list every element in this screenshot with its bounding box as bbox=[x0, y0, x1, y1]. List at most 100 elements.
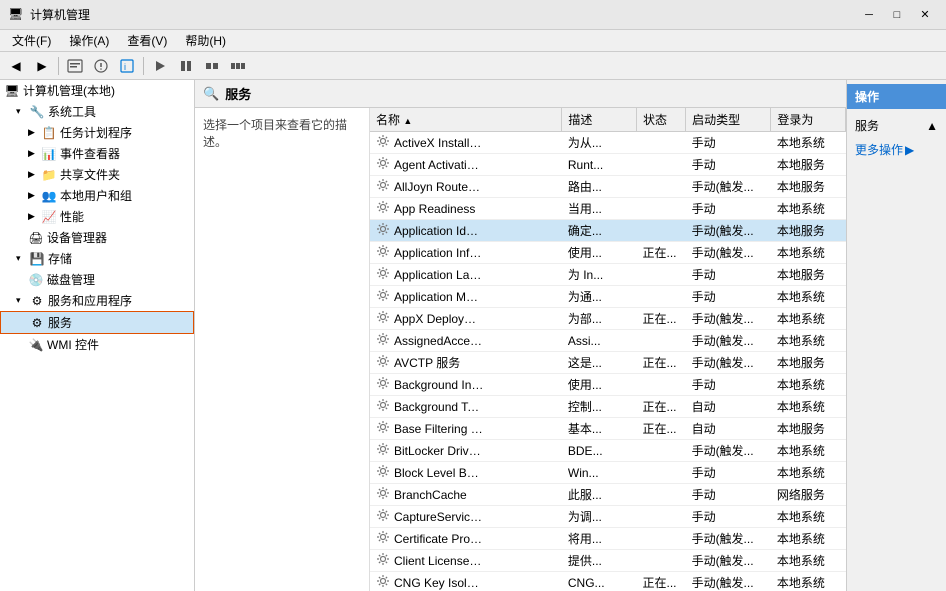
table-row[interactable]: Agent Activation Runtime...Runt...手动本地服务 bbox=[370, 154, 846, 176]
table-row[interactable]: AppX Deployment Servic...为部...正在...手动(触发… bbox=[370, 308, 846, 330]
table-row[interactable]: Block Level Backup Engi...Win...手动本地系统 bbox=[370, 462, 846, 484]
service-desc-cell: 确定... bbox=[562, 220, 637, 242]
toolbar-btn4[interactable] bbox=[148, 55, 172, 77]
menu-help[interactable]: 帮助(H) bbox=[177, 30, 234, 51]
tree-label5: 本地用户和组 bbox=[60, 187, 132, 204]
service-icon bbox=[376, 464, 390, 481]
toolbar-forward[interactable]: ▶ bbox=[30, 55, 54, 77]
toolbar-btn6[interactable] bbox=[200, 55, 224, 77]
tree-services[interactable]: ⚙ 服务 bbox=[0, 311, 194, 334]
storage-icon: 💾 bbox=[29, 251, 45, 267]
wmi-icon: 🔌 bbox=[28, 337, 44, 353]
table-row[interactable]: App Readiness当用...手动本地系统 bbox=[370, 198, 846, 220]
table-row[interactable]: Application Information使用...正在...手动(触发..… bbox=[370, 242, 846, 264]
toolbar: ◀ ▶ i bbox=[0, 52, 946, 80]
close-button[interactable]: ✕ bbox=[912, 5, 938, 25]
tree-performance[interactable]: ▶ 📈 性能 bbox=[0, 206, 194, 227]
service-login-cell: 本地服务 bbox=[771, 220, 846, 242]
service-startup-cell: 手动(触发... bbox=[686, 242, 771, 264]
service-status-cell bbox=[637, 550, 686, 572]
table-row[interactable]: CaptureService_4a6c6为调...手动本地系统 bbox=[370, 506, 846, 528]
service-icon bbox=[376, 508, 390, 525]
more-actions-arrow: ▶ bbox=[905, 143, 914, 157]
table-row[interactable]: AssignedAccessManager...Assi...手动(触发...本… bbox=[370, 330, 846, 352]
service-status-cell bbox=[637, 176, 686, 198]
table-row[interactable]: Application Management为通...手动本地系统 bbox=[370, 286, 846, 308]
toolbar-back[interactable]: ◀ bbox=[4, 55, 28, 77]
right-panel-header: 操作 bbox=[847, 84, 946, 109]
tree-device-manager[interactable]: 🖨 设备管理器 bbox=[0, 227, 194, 248]
col-startup-header[interactable]: 启动类型 bbox=[686, 108, 771, 132]
table-row[interactable]: Client License Service (Cli...提供...手动(触发… bbox=[370, 550, 846, 572]
service-name-cell: BitLocker Drive Encryptio... bbox=[370, 440, 490, 461]
service-desc-cell: 此服... bbox=[562, 484, 637, 506]
device-icon: 🖨 bbox=[28, 230, 44, 246]
tree-task-scheduler[interactable]: ▶ 📋 任务计划程序 bbox=[0, 122, 194, 143]
tree-disk-mgmt[interactable]: 💿 磁盘管理 bbox=[0, 269, 194, 290]
service-login-cell: 本地系统 bbox=[771, 506, 846, 528]
service-icon bbox=[376, 420, 390, 437]
table-row[interactable]: Application Identity确定...手动(触发...本地服务 bbox=[370, 220, 846, 242]
services-table-wrapper[interactable]: 名称 ▲ 描述 状态 启动类型 登录为 ActiveX Installer (A… bbox=[370, 108, 846, 591]
service-startup-cell: 手动 bbox=[686, 484, 771, 506]
menu-action[interactable]: 操作(A) bbox=[61, 30, 117, 51]
toolbar-btn3[interactable]: i bbox=[115, 55, 139, 77]
service-name-text: BitLocker Drive Encryptio... bbox=[394, 444, 484, 458]
service-login-cell: 本地服务 bbox=[771, 352, 846, 374]
tree-shared-folders[interactable]: ▶ 📁 共享文件夹 bbox=[0, 164, 194, 185]
service-login-cell: 本地系统 bbox=[771, 396, 846, 418]
service-name-text: Background Intelligent T... bbox=[394, 378, 484, 392]
service-name-cell: App Readiness bbox=[370, 198, 490, 219]
table-row[interactable]: Background Tasks Infras...控制...正在...自动本地… bbox=[370, 396, 846, 418]
toolbar-btn1[interactable] bbox=[63, 55, 87, 77]
tree-local-users[interactable]: ▶ 👥 本地用户和组 bbox=[0, 185, 194, 206]
table-row[interactable]: AVCTP 服务这是...正在...手动(触发...本地服务 bbox=[370, 352, 846, 374]
table-row[interactable]: AllJoyn Router Service路由...手动(触发...本地服务 bbox=[370, 176, 846, 198]
event-icon: 📊 bbox=[41, 146, 57, 162]
service-login-cell: 本地系统 bbox=[771, 308, 846, 330]
minimize-button[interactable]: ─ bbox=[856, 5, 882, 25]
table-row[interactable]: BranchCache此服...手动网络服务 bbox=[370, 484, 846, 506]
toolbar-btn5[interactable] bbox=[174, 55, 198, 77]
tree-root[interactable]: 🖥 计算机管理(本地) bbox=[0, 80, 194, 101]
service-icon bbox=[376, 134, 390, 151]
service-desc-cell: BDE... bbox=[562, 440, 637, 462]
service-name-text: App Readiness bbox=[394, 202, 475, 216]
service-icon bbox=[376, 200, 390, 217]
col-status-header[interactable]: 状态 bbox=[637, 108, 686, 132]
services-table: 名称 ▲ 描述 状态 启动类型 登录为 ActiveX Installer (A… bbox=[370, 108, 846, 591]
tree-services-apps[interactable]: ▾ ⚙ 服务和应用程序 bbox=[0, 290, 194, 311]
service-desc-cell: 为从... bbox=[562, 132, 637, 154]
toolbar-btn7[interactable] bbox=[226, 55, 250, 77]
service-login-cell: 本地系统 bbox=[771, 374, 846, 396]
service-icon bbox=[376, 552, 390, 569]
left-panel: 🖥 计算机管理(本地) ▾ 🔧 系统工具 ▶ 📋 任务计划程序 ▶ 📊 事件查看… bbox=[0, 80, 195, 591]
table-row[interactable]: Background Intelligent T...使用...手动本地系统 bbox=[370, 374, 846, 396]
tree-wmi[interactable]: 🔌 WMI 控件 bbox=[0, 334, 194, 355]
menu-view[interactable]: 查看(V) bbox=[119, 30, 175, 51]
col-login-header[interactable]: 登录为 bbox=[771, 108, 846, 132]
tree-system-tools[interactable]: ▾ 🔧 系统工具 bbox=[0, 101, 194, 122]
service-icon bbox=[376, 332, 390, 349]
tree-event-viewer[interactable]: ▶ 📊 事件查看器 bbox=[0, 143, 194, 164]
expand-arrow4: ▶ bbox=[28, 169, 38, 180]
table-row[interactable]: BitLocker Drive Encryptio...BDE...手动(触发.… bbox=[370, 440, 846, 462]
table-row[interactable]: Certificate Propagation将用...手动(触发...本地系统 bbox=[370, 528, 846, 550]
maximize-button[interactable]: □ bbox=[884, 5, 910, 25]
tree-storage[interactable]: ▾ 💾 存储 bbox=[0, 248, 194, 269]
service-startup-cell: 手动 bbox=[686, 154, 771, 176]
more-actions-item[interactable]: 更多操作 ▶ bbox=[847, 138, 946, 161]
table-row[interactable]: Base Filtering Engine基本...正在...自动本地服务 bbox=[370, 418, 846, 440]
table-row[interactable]: Application Layer Gatewa...为 In...手动本地服务 bbox=[370, 264, 846, 286]
menu-file[interactable]: 文件(F) bbox=[4, 30, 59, 51]
services-desc-text: 选择一个项目来查看它的描述。 bbox=[203, 118, 347, 149]
table-row[interactable]: ActiveX Installer (AxInstSV)为从...手动本地系统 bbox=[370, 132, 846, 154]
service-name-cell: ActiveX Installer (AxInstSV) bbox=[370, 132, 490, 153]
col-name-header[interactable]: 名称 ▲ bbox=[370, 108, 562, 132]
service-startup-cell: 手动(触发... bbox=[686, 176, 771, 198]
service-desc-cell: 基本... bbox=[562, 418, 637, 440]
col-desc-header[interactable]: 描述 bbox=[562, 108, 637, 132]
table-row[interactable]: CNG Key IsolationCNG...正在...手动(触发...本地系统 bbox=[370, 572, 846, 591]
toolbar-btn2[interactable] bbox=[89, 55, 113, 77]
service-desc-cell: 控制... bbox=[562, 396, 637, 418]
